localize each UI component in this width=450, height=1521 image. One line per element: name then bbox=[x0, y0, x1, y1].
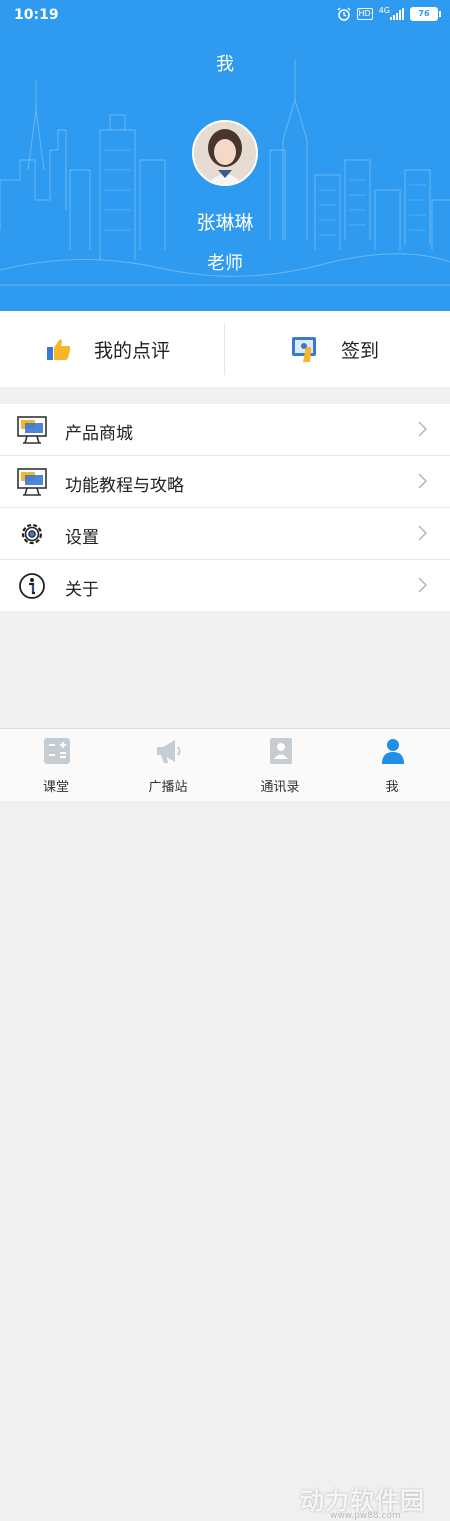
tab-classroom[interactable]: 课堂 bbox=[0, 729, 112, 801]
tab-broadcast[interactable]: 广播站 bbox=[112, 729, 224, 801]
checkin-icon bbox=[292, 337, 316, 362]
tab-label-classroom: 课堂 bbox=[42, 780, 69, 795]
avatar-image bbox=[194, 122, 256, 184]
thumbs-up-icon bbox=[47, 339, 71, 360]
my-reviews-button[interactable]: 我的点评 bbox=[0, 311, 224, 387]
menu-item-settings[interactable]: 设置 bbox=[0, 508, 450, 560]
chevron-right-icon bbox=[418, 421, 428, 437]
watermark-url: www.pw88.com bbox=[330, 1511, 401, 1521]
tab-label-contacts: 通讯录 bbox=[260, 780, 300, 795]
page-title: 我 bbox=[216, 54, 234, 75]
calculator-icon bbox=[44, 738, 70, 764]
hd-badge: HD bbox=[356, 8, 373, 20]
contacts-icon bbox=[270, 738, 292, 764]
network-type: 4G bbox=[378, 6, 390, 15]
status-time: 10:19 bbox=[14, 7, 59, 23]
my-reviews-label: 我的点评 bbox=[94, 340, 171, 362]
menu-item-product-store[interactable]: 产品商城 bbox=[0, 404, 450, 456]
chevron-right-icon bbox=[418, 473, 428, 489]
status-bar: 10:19 HD 4G 76 bbox=[0, 0, 450, 32]
menu-label-tutorials: 功能教程与攻略 bbox=[65, 476, 184, 496]
info-icon bbox=[19, 573, 45, 599]
user-name: 张琳琳 bbox=[196, 212, 254, 234]
quick-actions-bar: 我的点评 签到 bbox=[0, 311, 450, 387]
user-role: 老师 bbox=[207, 253, 243, 274]
action-divider bbox=[224, 323, 225, 375]
battery-indicator: 76 bbox=[410, 7, 441, 21]
avatar[interactable] bbox=[192, 120, 258, 186]
chevron-right-icon bbox=[418, 525, 428, 541]
monitor-icon bbox=[17, 416, 47, 444]
tab-contacts[interactable]: 通讯录 bbox=[224, 729, 336, 801]
monitor-icon bbox=[17, 468, 47, 496]
checkin-button[interactable]: 签到 bbox=[226, 311, 450, 387]
signal-icon bbox=[390, 8, 404, 20]
person-icon bbox=[382, 739, 404, 764]
settings-menu: 产品商城 功能教程与攻略 设置 关于 bbox=[0, 404, 450, 611]
checkin-label: 签到 bbox=[341, 340, 380, 362]
menu-label-about: 关于 bbox=[65, 580, 99, 600]
menu-item-about[interactable]: 关于 bbox=[0, 560, 450, 611]
tab-me[interactable]: 我 bbox=[336, 729, 448, 801]
tab-label-broadcast: 广播站 bbox=[148, 780, 188, 795]
alarm-icon bbox=[336, 7, 351, 21]
gear-icon bbox=[21, 523, 43, 545]
menu-label-product-store: 产品商城 bbox=[65, 424, 133, 444]
chevron-right-icon bbox=[418, 577, 428, 593]
tab-label-me: 我 bbox=[385, 780, 399, 795]
megaphone-icon bbox=[157, 740, 181, 763]
menu-label-settings: 设置 bbox=[65, 528, 99, 548]
profile-header: 10:19 HD 4G 76 我 张琳琳 老师 bbox=[0, 0, 450, 311]
menu-item-tutorials[interactable]: 功能教程与攻略 bbox=[0, 456, 450, 508]
bottom-tab-bar: 课堂 广播站 通讯录 我 动力软件园 www.pw88.com bbox=[0, 728, 450, 1521]
